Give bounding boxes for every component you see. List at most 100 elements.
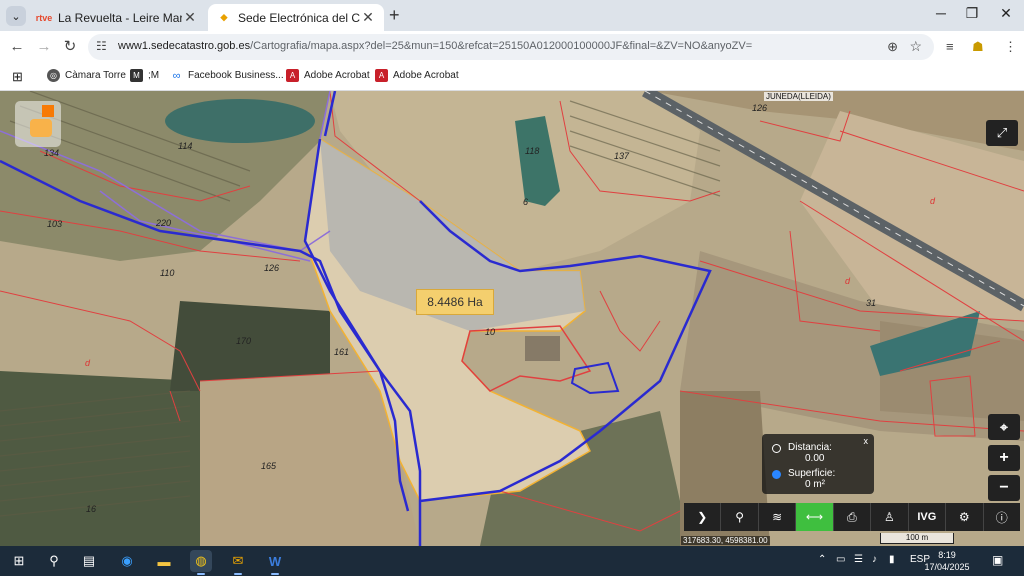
layers-icon: ≋ xyxy=(772,510,783,524)
parcel-number: 103 xyxy=(47,219,63,229)
parcel-number: 114 xyxy=(178,141,193,151)
globe-icon: ◎ xyxy=(47,69,60,82)
bookmark-star-icon[interactable]: ☆ xyxy=(909,38,922,55)
tab-catastro[interactable]: ◆ Sede Electrónica del Catastro - ✕ xyxy=(208,4,384,31)
measure-button[interactable]: ⟷ xyxy=(796,503,834,531)
layers-button[interactable]: ≋ xyxy=(758,503,797,531)
fullscreen-button[interactable]: ⤢ xyxy=(986,120,1018,146)
extension-icon[interactable]: ☗ xyxy=(972,39,984,55)
cadastral-map[interactable]: JUNEDA(LLEIDA) 8.4486 Ha 134 114 220 103… xyxy=(0,91,1024,546)
surface-value: 0 m² xyxy=(805,479,825,490)
reload-button[interactable]: ↻ xyxy=(61,38,79,56)
zoom-out-button[interactable]: − xyxy=(988,475,1020,501)
media-controls-icon[interactable]: ≡ xyxy=(946,39,954,54)
road-label: JUNEDA(LLEIDA) xyxy=(764,92,833,101)
parcel-number: 170 xyxy=(236,336,252,346)
wifi-icon[interactable]: ☰ xyxy=(854,554,863,565)
tab-bar: ⌄ rtve La Revuelta - Leire Martínez y F … xyxy=(0,0,1024,31)
chevron-up-icon[interactable]: ⌃ xyxy=(818,554,826,565)
bookmark-camara-torre[interactable]: ◎ Càmara Torre xyxy=(47,69,126,82)
url-text[interactable]: www1.sedecatastro.gob.es/Cartografia/map… xyxy=(118,40,752,52)
zoom-icon[interactable]: ⊕ xyxy=(887,39,898,55)
parcel-number: 16 xyxy=(86,504,97,514)
surface-radio[interactable] xyxy=(772,470,781,479)
forward-button[interactable]: → xyxy=(35,38,53,56)
tab-title: Sede Electrónica del Catastro - xyxy=(238,10,360,25)
restore-button[interactable]: ❐ xyxy=(957,5,987,22)
measure-panel: x Distancia: 0.00 Superficie: 0 m² xyxy=(762,434,874,494)
parcel-number: 134 xyxy=(44,148,60,158)
catastro-logo xyxy=(15,101,61,147)
zoom-in-button[interactable]: + xyxy=(988,445,1020,471)
bookmark-adobe-acrobat[interactable]: A Adobe Acrobat xyxy=(375,69,459,82)
edge-icon[interactable]: ◉ xyxy=(116,550,138,572)
print-button[interactable]: ⎙ xyxy=(833,503,872,531)
parcel-number: 110 xyxy=(160,268,175,278)
parcel-number: 10 xyxy=(485,327,496,337)
search-icon[interactable]: ⚲ xyxy=(43,550,65,572)
time: 8:19 xyxy=(938,550,956,560)
windows-icon[interactable]: ⊞ xyxy=(8,550,30,572)
clock[interactable]: 8:19 17/04/2025 xyxy=(920,549,974,573)
bookmarks-bar: ⊞ ◎ Càmara Torre M ;M ∞ Facebook Business..… xyxy=(0,63,1024,91)
apps-icon[interactable]: ⊞ xyxy=(12,69,23,85)
parcel-letter: d xyxy=(845,276,851,286)
back-button[interactable]: ← xyxy=(8,38,26,56)
distance-radio[interactable] xyxy=(772,444,781,453)
volume-icon[interactable]: ♪ xyxy=(872,554,877,565)
ivg-button[interactable]: IVG xyxy=(908,503,947,531)
parcel-letter: d xyxy=(930,196,936,206)
parcel-number: 126 xyxy=(264,263,280,273)
notifications-icon[interactable]: ▣ xyxy=(992,553,1003,567)
m-icon: M xyxy=(130,69,143,82)
bookmark-adobe-acrobat[interactable]: A Adobe Acrobat xyxy=(286,69,370,82)
info-button[interactable]: ⓘ xyxy=(983,503,1020,531)
date: 17/04/2025 xyxy=(924,562,970,572)
street-view-icon: ♙ xyxy=(884,510,895,524)
search-button[interactable]: ⚲ xyxy=(721,503,759,531)
address-bar[interactable]: ☷ www1.sedecatastro.gob.es/Cartografia/m… xyxy=(88,34,934,60)
expand-toolbar-button[interactable]: ❯ xyxy=(684,503,722,531)
parcel-number: 137 xyxy=(614,151,630,161)
info-icon: ⓘ xyxy=(995,510,1008,525)
tab-la-revuelta[interactable]: rtve La Revuelta - Leire Martínez y F ✕ xyxy=(28,4,206,31)
explorer-icon[interactable]: ▬ xyxy=(153,550,175,572)
chrome-icon[interactable]: ◍ xyxy=(190,550,212,575)
bookmark-facebook-business[interactable]: ∞ Facebook Business... xyxy=(170,69,284,82)
measure-icon: ⟷ xyxy=(805,510,824,524)
parcel-number: 220 xyxy=(156,218,172,228)
tab-search-button[interactable]: ⌄ xyxy=(6,6,26,26)
bookmark-m[interactable]: M ;M xyxy=(130,69,159,82)
coordinates-readout: 317683.30, 4598381.00 xyxy=(681,536,770,545)
network-icon[interactable]: ▭ xyxy=(836,554,845,565)
locate-button[interactable]: ⌖ xyxy=(988,414,1020,440)
battery-icon[interactable]: ▮ xyxy=(889,554,895,565)
scale-bar: 100 m xyxy=(880,533,954,544)
acrobat-icon: A xyxy=(375,69,388,82)
parcel-number: 6 xyxy=(523,197,529,207)
distance-label: Distancia: xyxy=(788,442,832,453)
parcel-letter: d xyxy=(85,358,91,368)
acrobat-icon: A xyxy=(286,69,299,82)
bicycle-button[interactable]: ⚙ xyxy=(946,503,984,531)
word-icon[interactable]: W xyxy=(264,550,286,575)
task-view-icon[interactable]: ▤ xyxy=(78,550,100,572)
close-measure-icon[interactable]: x xyxy=(864,436,869,446)
parcel-number: 118 xyxy=(525,146,540,156)
menu-icon[interactable]: ⋮ xyxy=(1004,39,1017,55)
close-tab-icon[interactable]: ✕ xyxy=(182,9,198,26)
street-view-button[interactable]: ♙ xyxy=(871,503,909,531)
outlook-icon[interactable]: ✉ xyxy=(227,550,249,575)
parcel-number: 126 xyxy=(752,103,768,113)
minimize-button[interactable]: ─ xyxy=(926,5,956,21)
close-tab-icon[interactable]: ✕ xyxy=(360,9,376,26)
taskbar: ⊞ ⚲ ▤ ◉ ▬ ◍ ✉ W ⌃ ▭ ☰ ♪ ▮ ESP 8:19 17/04… xyxy=(0,546,1024,576)
close-window-button[interactable]: ✕ xyxy=(991,5,1021,22)
search-icon: ⚲ xyxy=(735,510,745,524)
map-toolbar: ❯ ⚲ ≋ ⟷ ⎙ ♙ IVG ⚙ ⓘ xyxy=(684,503,1020,531)
meta-icon: ∞ xyxy=(172,69,181,82)
parcel-number: 165 xyxy=(261,461,277,471)
new-tab-button[interactable]: + xyxy=(389,5,400,26)
crosshair-icon: ⌖ xyxy=(1000,418,1008,435)
site-info-icon[interactable]: ☷ xyxy=(96,39,107,53)
